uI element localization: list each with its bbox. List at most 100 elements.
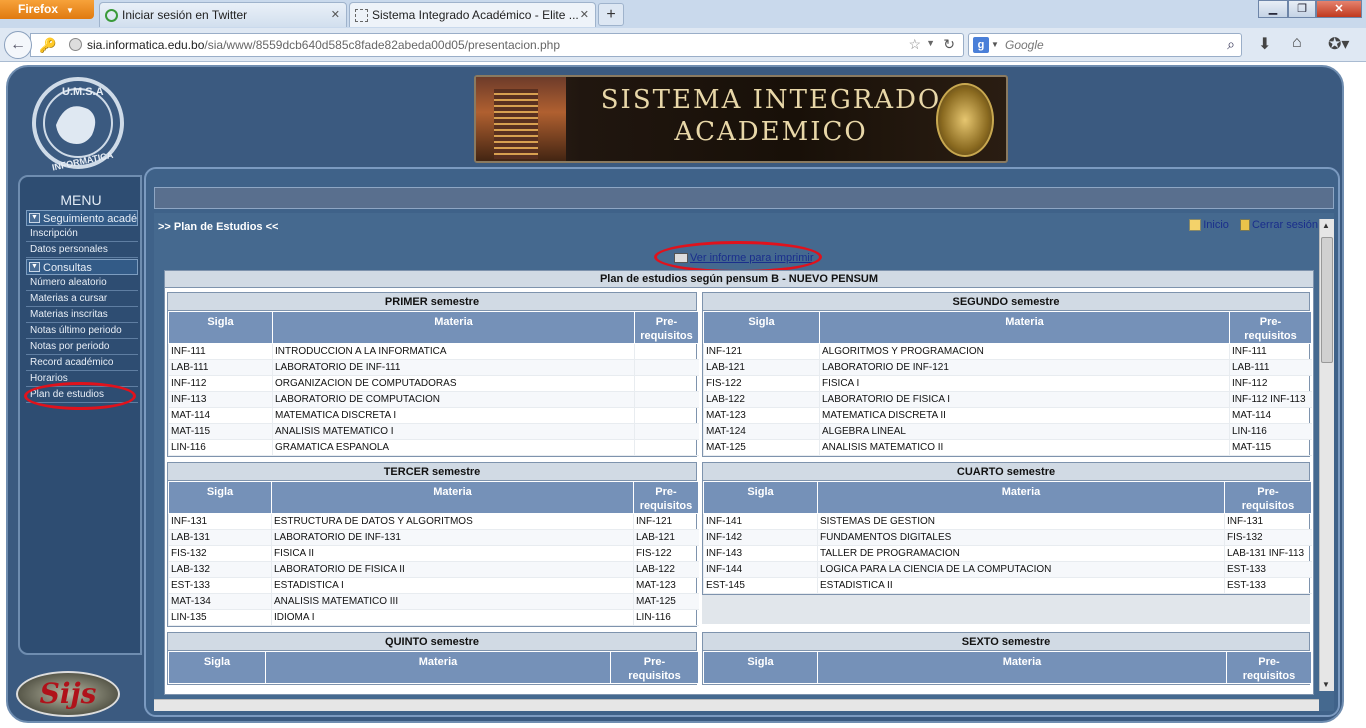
close-icon[interactable]: ✕ — [580, 8, 589, 21]
sigla-cell: INF-142 — [703, 529, 818, 546]
close-window-button[interactable]: ✕ — [1316, 0, 1362, 18]
back-button[interactable]: ← — [4, 31, 32, 59]
materia-cell: LABORATORIO DE INF-111 — [272, 359, 635, 376]
search-input[interactable]: g ▼ Google ⌕ — [968, 33, 1242, 57]
sigla-cell: FIS-132 — [168, 545, 272, 562]
sidebar-item-label: Notas último periodo — [30, 325, 122, 336]
materia-cell: LABORATORIO DE FISICA II — [271, 561, 634, 578]
header-text: requisitos — [1241, 500, 1295, 512]
sigla-cell: LAB-131 — [168, 529, 272, 546]
materia-cell: ANALISIS MATEMATICO III — [271, 593, 634, 610]
sidebar-item-numero-aleatorio[interactable]: Número aleatorio — [26, 275, 138, 291]
sigla-cell: LIN-116 — [168, 439, 273, 456]
semester-title: SEXTO semestre — [703, 633, 1309, 651]
menu-group-consultas[interactable]: ▼ Consultas — [26, 259, 138, 275]
semester-block: TERCER semestre Sigla Materia Pre-requisito… — [167, 462, 699, 627]
sidebar-item-materias-inscritas[interactable]: Materias inscritas — [26, 307, 138, 323]
plan-title: Plan de estudios según pensum B - NUEVO … — [165, 271, 1313, 288]
prerequisito-cell — [634, 407, 699, 424]
new-tab-button[interactable]: + — [598, 3, 624, 26]
semester-table: Sigla Materia Pre-requisitos INF-131 ESTRUCT… — [168, 481, 699, 626]
sidebar-item-notas-por-periodo[interactable]: Notas por periodo — [26, 339, 138, 355]
semester-title: QUINTO semestre — [168, 633, 696, 651]
sigla-header: Sigla — [168, 311, 273, 344]
sidebar-item-label: Datos personales — [30, 244, 108, 255]
table-row: EST-145 ESTADISTICA II EST-133 — [703, 577, 1312, 594]
table-row: EST-133 ESTADISTICA I MAT-123 — [168, 577, 699, 594]
table-header-row: Sigla Materia Pre-requisitos — [168, 311, 699, 344]
collapse-toggle-icon[interactable]: ▼ — [29, 213, 40, 223]
tab-sia[interactable]: Sistema Integrado Académico - Elite ... … — [349, 2, 596, 27]
sidebar-item-datos-personales[interactable]: Datos personales — [26, 242, 138, 258]
chevron-down-icon[interactable]: ▼ — [926, 38, 935, 48]
lock-icon[interactable] — [1239, 219, 1250, 232]
vertical-scrollbar[interactable]: ▲ ▼ — [1319, 219, 1334, 691]
table-row: FIS-132 FISICA II FIS-122 — [168, 545, 699, 562]
table-row: LIN-116 GRAMATICA ESPANOLA — [168, 439, 699, 456]
sigla-cell: LAB-122 — [703, 391, 820, 408]
tab-title: Iniciar sesión en Twitter — [122, 8, 248, 22]
home-icon[interactable]: ⌂ — [1292, 34, 1302, 52]
sigla-cell: EST-133 — [168, 577, 272, 594]
sigla-cell: INF-121 — [703, 343, 820, 360]
sigla-header: Sigla — [703, 481, 818, 514]
horizontal-scrollbar[interactable] — [154, 699, 1319, 711]
url-bar[interactable]: 🔑 sia.informatica.edu.bo/sia/www/8559dcb… — [30, 33, 964, 57]
table-row: FIS-122 FISICA I INF-112 — [703, 375, 1312, 392]
bookmarks-icon[interactable]: ✪▾ — [1328, 34, 1349, 54]
maximize-button[interactable]: ❐ — [1288, 0, 1316, 18]
sigla-header: Sigla — [703, 651, 818, 684]
close-icon[interactable]: ✕ — [331, 8, 340, 21]
semester-table: Sigla Materia Pre-requisitos INF-111 INTRODU… — [168, 311, 699, 456]
download-icon[interactable]: ⬇ — [1258, 34, 1271, 54]
svg-text:U.M.S.A: U.M.S.A — [62, 86, 104, 98]
prerequisito-cell: LAB-131 INF-113 — [1224, 545, 1312, 562]
table-row: LAB-111 LABORATORIO DE INF-111 — [168, 359, 699, 376]
table-row: INF-112 ORGANIZACION DE COMPUTADORAS — [168, 375, 699, 392]
chevron-down-icon[interactable]: ▼ — [991, 40, 999, 49]
minimize-button[interactable]: ▁ — [1258, 0, 1288, 18]
sigla-header: Sigla — [703, 311, 820, 344]
reload-icon[interactable]: ↻ — [943, 36, 955, 53]
sidebar-item-inscripcion[interactable]: Inscripción — [26, 226, 138, 242]
table-row: INF-144 LOGICA PARA LA CIENCIA DE LA COMP… — [703, 561, 1312, 578]
menu-group-label: Consultas — [43, 262, 92, 274]
sidebar-item-notas-ultimo-periodo[interactable]: Notas último periodo — [26, 323, 138, 339]
cerrar-sesion-link[interactable]: Cerrar sesión — [1252, 219, 1318, 231]
sidebar-item-record-academico[interactable]: Record académico — [26, 355, 138, 371]
materia-header: Materia — [817, 481, 1225, 514]
sigla-cell: MAT-115 — [168, 423, 273, 440]
home-icon[interactable] — [1189, 219, 1202, 232]
chevron-down-icon: ▼ — [66, 6, 74, 15]
inicio-link[interactable]: Inicio — [1203, 219, 1229, 231]
header-text: Pre- — [1258, 656, 1280, 668]
semester-block: CUARTO semestre Sigla Materia Pre-requisito… — [702, 462, 1312, 595]
sigla-cell: MAT-114 — [168, 407, 273, 424]
header-text: requisitos — [639, 500, 693, 512]
scroll-down-icon[interactable]: ▼ — [1322, 680, 1330, 689]
sigla-cell: MAT-134 — [168, 593, 272, 610]
umsa-informatica-logo: U.M.S.A INFORMATICA — [32, 77, 124, 171]
materia-cell: LABORATORIO DE INF-121 — [819, 359, 1230, 376]
prerequisito-cell: INF-131 — [1224, 513, 1312, 530]
semester-block: SEXTO semestre Sigla Materia Pre-requisitos — [702, 632, 1312, 685]
prerequisito-cell — [634, 375, 699, 392]
breadcrumb: >> Plan de Estudios << — [158, 221, 279, 233]
prerequisito-cell: LIN-116 — [1229, 423, 1312, 440]
table-row: LIN-135 IDIOMA I LIN-116 — [168, 609, 699, 626]
header-text: requisitos — [628, 670, 681, 682]
bookmark-star-icon[interactable]: ☆ — [908, 36, 921, 53]
tab-twitter[interactable]: Iniciar sesión en Twitter ✕ — [99, 2, 347, 27]
scroll-up-icon[interactable]: ▲ — [1322, 221, 1330, 230]
scroll-thumb[interactable] — [1321, 237, 1333, 363]
search-icon[interactable]: ⌕ — [1227, 36, 1235, 53]
prerequisito-cell — [634, 423, 699, 440]
page-icon — [355, 9, 368, 22]
table-row: INF-143 TALLER DE PROGRAMACION LAB-131 INF… — [703, 545, 1312, 562]
sidebar-item-materias-a-cursar[interactable]: Materias a cursar — [26, 291, 138, 307]
globe-icon — [69, 38, 82, 51]
prerequisito-cell — [634, 359, 699, 376]
menu-group-seguimiento[interactable]: ▼ Seguimiento acadé — [26, 210, 138, 226]
firefox-menu-button[interactable]: Firefox ▼ — [0, 0, 94, 19]
collapse-toggle-icon[interactable]: ▼ — [29, 262, 40, 272]
